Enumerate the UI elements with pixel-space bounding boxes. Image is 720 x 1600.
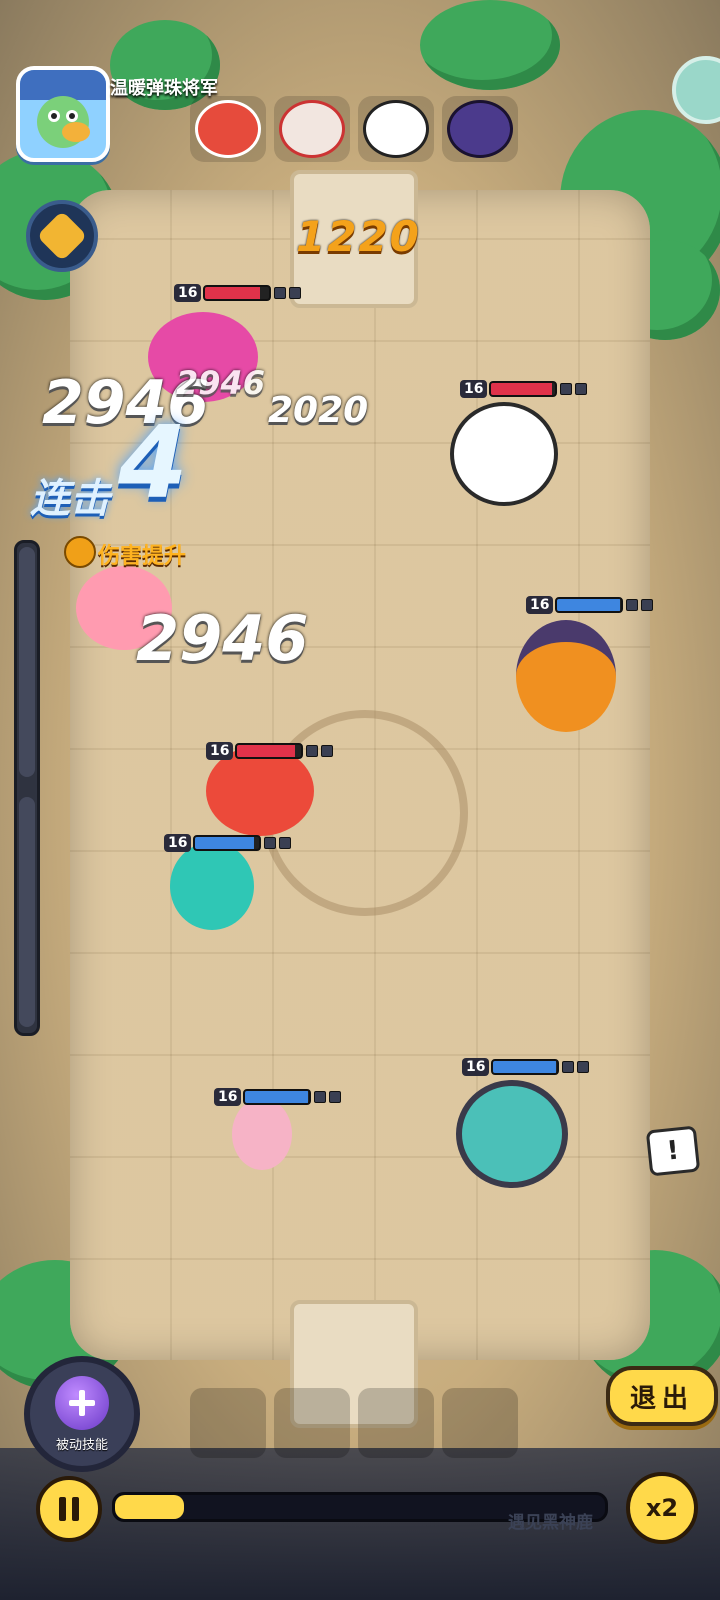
player-avatar[interactable] [16,66,110,162]
opponent-slot [442,96,518,162]
hp-pip [306,745,319,757]
hp-bar-panda: 16 [460,380,588,398]
energy-gauge [14,540,40,1036]
next-unit-slot [274,1388,350,1458]
hp-fill [245,1091,309,1103]
combo-label: 连击 [30,476,110,522]
level-badge: 16 [164,834,192,852]
game-stage[interactable]: 温暖弹珠将军 1220 16 16 16 16 16 16 16 2946 29… [0,0,720,1600]
bottom-bar [0,1448,720,1600]
buff-label: 伤害提升 [98,544,187,569]
next-unit-slot [442,1388,518,1458]
hp-track [489,381,558,397]
hp-track [555,597,624,613]
next-unit-slot [190,1388,266,1458]
hp-pip [577,1061,590,1073]
hp-pip [626,599,639,611]
hp-bar-hat-clown: 16 [526,596,654,614]
pause-icon [59,1497,66,1521]
opponent-slot [274,96,350,162]
hp-pip [575,383,588,395]
hp-bar-red-bird: 16 [206,742,334,760]
hp-bar-pink-demon: 16 [174,284,302,302]
passive-skill-label: 被动技能 [55,1437,108,1453]
hp-pip [274,287,287,299]
gauge-segment [19,797,35,1027]
score-counter: 1220 [296,212,421,261]
plus-gem-icon [55,1375,109,1430]
opponent-slot [190,96,266,162]
level-badge: 16 [214,1088,242,1106]
damage-number: 2946 [136,602,309,675]
red-fox-face-icon [198,103,258,155]
gauge-segment [19,547,35,777]
hp-pip [329,1091,342,1103]
opponent-queue [190,96,518,166]
next-unit-strip [190,1388,518,1458]
hp-pip [562,1061,575,1073]
hp-fill [195,837,255,849]
hat-clown-unit[interactable] [516,620,616,732]
teal-knight-unit[interactable] [170,842,254,930]
hp-bar-pink-girl: 16 [214,1088,342,1106]
level-badge: 16 [460,380,488,398]
bush-top-center [420,0,560,90]
hp-pip [314,1091,327,1103]
exit-button[interactable]: 退出 [606,1366,718,1426]
opponent-slot [358,96,434,162]
combo-count: 4 [118,404,188,521]
damage-number: 2946 [176,364,266,402]
progress-fill [115,1495,184,1519]
damage-number: 2020 [268,390,369,431]
hint-text: 遇见黑神鹿 [508,1513,593,1533]
hp-pip [560,383,573,395]
passive-skill-button[interactable]: 被动技能 [24,1356,140,1472]
frog-avatar-icon [20,70,106,148]
pause-icon [72,1497,79,1521]
gold-shield-icon [36,210,88,262]
skill-badge[interactable] [26,200,98,272]
pink-girl-unit[interactable] [232,1098,292,1170]
hp-track [235,743,304,759]
hp-track [193,835,262,851]
hp-pip [289,287,302,299]
alert-button[interactable]: ! [645,1125,701,1177]
level-badge: 16 [174,284,202,302]
hp-pip [641,599,654,611]
pause-button[interactable] [36,1476,102,1542]
white-fox-face-icon [279,100,345,158]
hp-bar-teal-knight: 16 [164,834,292,852]
map-button[interactable] [672,56,720,124]
sword-up-icon [64,536,96,568]
speed-button[interactable]: x2 [626,1472,698,1544]
hp-bar-zombie-ogre: 16 [462,1058,590,1076]
hp-track [243,1089,312,1105]
hp-track [491,1059,560,1075]
purple-bull-face-icon [447,100,513,158]
panda-unit[interactable] [450,402,558,506]
panda-face-icon [363,100,429,158]
hp-fill [557,599,621,611]
next-unit-slot [358,1388,434,1458]
hp-pip [279,837,292,849]
hp-track [203,285,272,301]
level-badge: 16 [462,1058,490,1076]
zombie-ogre-unit[interactable] [456,1080,568,1188]
hp-pip [264,837,277,849]
hp-fill [491,383,553,395]
hp-fill [237,745,296,757]
hp-pip [321,745,334,757]
hp-fill [205,287,260,299]
level-badge: 16 [526,596,554,614]
hp-fill [493,1061,557,1073]
level-badge: 16 [206,742,234,760]
